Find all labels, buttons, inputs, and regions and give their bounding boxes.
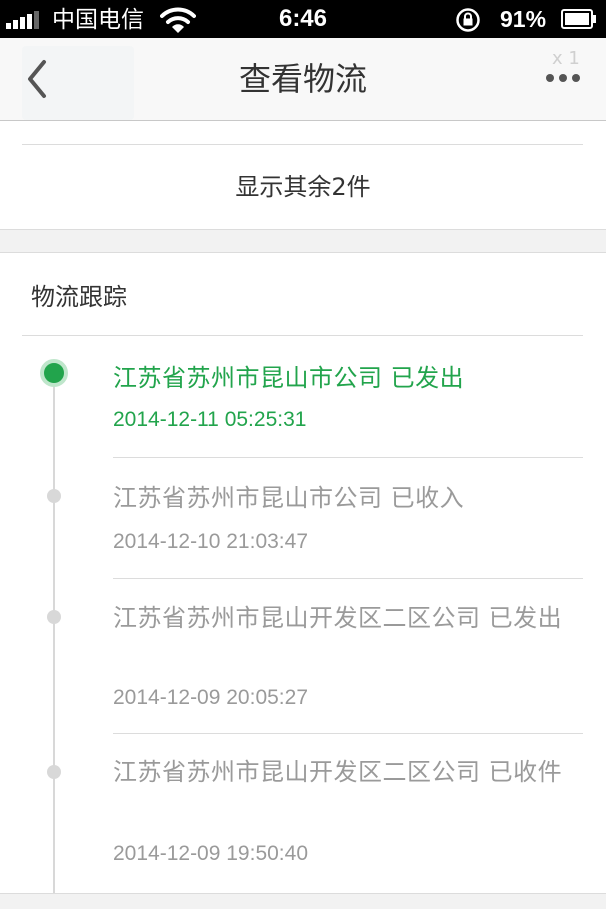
- items-card: 显示其余2件: [0, 121, 606, 230]
- divider: [113, 457, 583, 458]
- event-time: 2014-12-11 05:25:31: [113, 408, 307, 431]
- timeline-dot-active: [40, 359, 68, 387]
- event-time: 2014-12-10 21:03:47: [113, 530, 308, 553]
- event-status: 江苏省苏州市昆山开发区二区公司 已收件: [113, 758, 563, 786]
- timeline-dot: [47, 610, 61, 624]
- divider: [113, 578, 583, 579]
- show-more-items-button[interactable]: 显示其余2件: [0, 167, 606, 207]
- page-title: 查看物流: [238, 60, 367, 98]
- event-status: 江苏省苏州市昆山开发区二区公司 已发出: [113, 604, 563, 632]
- logistics-page: 中国电信 6:46 91% x 1 查看物流 显示其余2件 物流跟踪 江苏省苏州…: [0, 0, 606, 909]
- tracking-section-title: 物流跟踪: [31, 283, 127, 311]
- battery-percent: 91%: [500, 6, 547, 32]
- event-time: 2014-12-09 20:05:27: [113, 686, 308, 709]
- navigation-bar: x 1 查看物流: [0, 38, 606, 121]
- more-dots-icon[interactable]: [544, 68, 584, 88]
- divider: [22, 335, 583, 336]
- status-bar: 中国电信 6:46 91%: [0, 0, 606, 38]
- battery-icon: [561, 9, 596, 29]
- event-time: 2014-12-09 19:50:40: [113, 842, 308, 865]
- timeline-dot: [47, 765, 61, 779]
- tracking-card: 物流跟踪 江苏省苏州市昆山市公司 已发出 2014-12-11 05:25:31…: [0, 252, 606, 894]
- divider: [113, 733, 583, 734]
- rotation-lock-icon: [456, 8, 480, 32]
- event-status: 江苏省苏州市昆山市公司 已发出: [113, 364, 465, 392]
- timeline-line: [53, 372, 55, 893]
- divider: [22, 144, 583, 145]
- timeline-dot: [47, 489, 61, 503]
- event-status: 江苏省苏州市昆山市公司 已收入: [113, 484, 465, 512]
